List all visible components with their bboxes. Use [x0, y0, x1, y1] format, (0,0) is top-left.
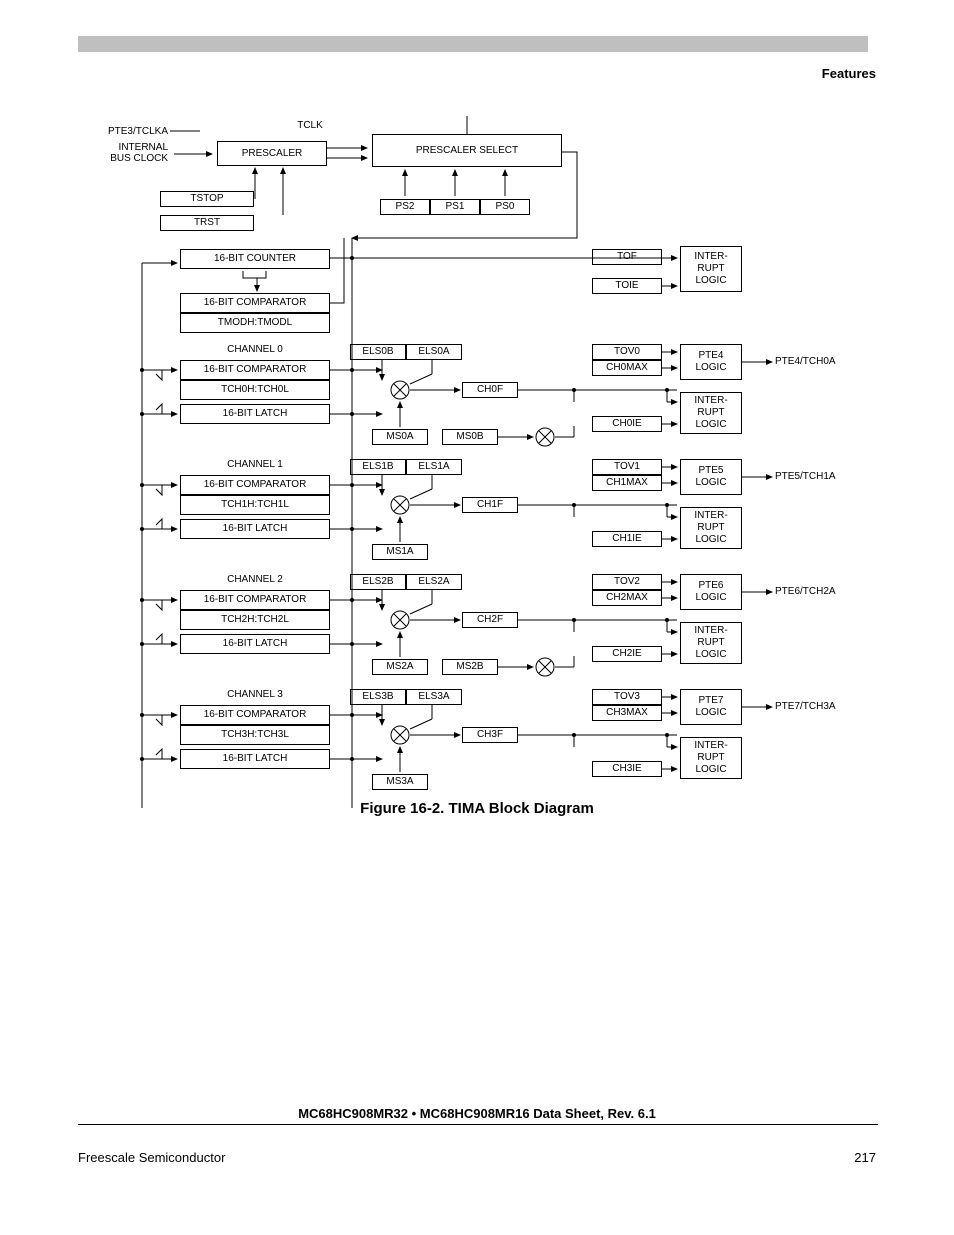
figure-caption: Figure 16-2. TIMA Block Diagram [0, 800, 954, 817]
channel-lines [82, 574, 872, 689]
footer-left: Freescale Semiconductor [78, 1150, 225, 1165]
header-bar [78, 36, 868, 52]
section-header: Features [822, 66, 876, 81]
top-lines [82, 108, 872, 348]
footer-line [78, 1124, 878, 1125]
channel-lines [82, 344, 872, 459]
channel-block: CHANNEL 0 16-BIT COMPARATOR TCH0H:TCH0L … [82, 344, 872, 459]
channel-lines [82, 459, 872, 574]
channel-block: CHANNEL 2 16-BIT COMPARATOR TCH2H:TCH2L … [82, 574, 872, 689]
channel-lines [82, 689, 872, 804]
block-diagram: TCLK PTE3/TCLKA INTERNAL BUS CLOCK PRESC… [82, 108, 872, 808]
channel-block: CHANNEL 3 16-BIT COMPARATOR TCH3H:TCH3L … [82, 689, 872, 804]
footer-title: MC68HC908MR32 • MC68HC908MR16 Data Sheet… [0, 1106, 954, 1121]
channel-block: CHANNEL 1 16-BIT COMPARATOR TCH1H:TCH1L … [82, 459, 872, 574]
page-number: 217 [854, 1150, 876, 1165]
